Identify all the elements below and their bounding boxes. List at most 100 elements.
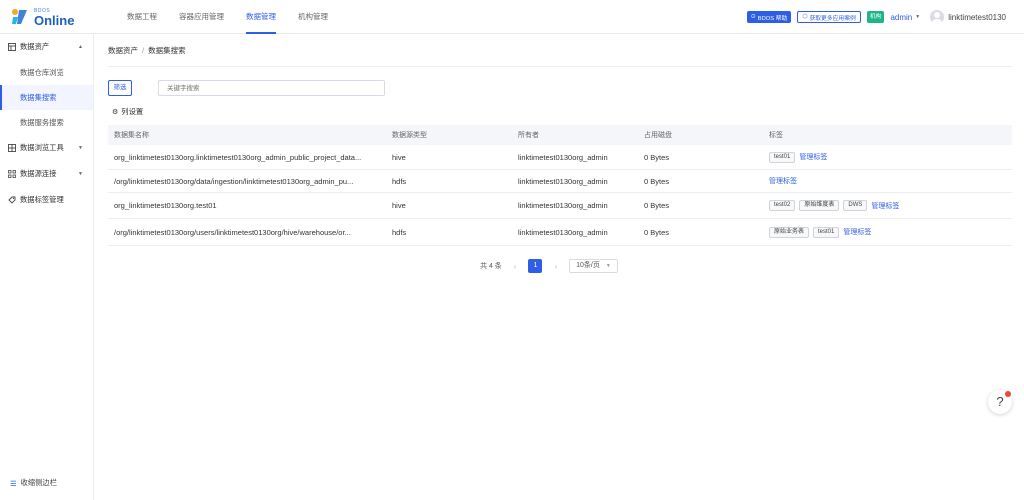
header-type: 数据源类型 — [392, 132, 427, 139]
dataset-type: hive — [392, 201, 406, 210]
collapse-sidebar-button[interactable]: ☰ 收缩侧边栏 — [10, 478, 57, 488]
cube-icon: ⬡ — [802, 14, 808, 20]
chevron-left-icon[interactable]: ‹ — [514, 262, 517, 271]
admin-label: admin — [890, 12, 913, 22]
tag-badge: 原始维度表 — [799, 200, 840, 211]
breadcrumb-current: 数据集搜索 — [148, 46, 186, 55]
header-size: 占用磁盘 — [644, 132, 672, 139]
manage-tags-link[interactable]: 管理标签 — [769, 176, 797, 186]
dataset-tags: 管理标签 — [763, 176, 1012, 186]
database-icon — [8, 43, 16, 51]
search-input[interactable] — [158, 80, 385, 96]
filter-button[interactable]: 筛选 — [108, 80, 132, 96]
user-menu[interactable]: linktimetest0130 — [930, 10, 1006, 24]
tag-badge: test02 — [769, 200, 796, 211]
connection-icon — [8, 170, 16, 178]
pagination-total: 共 4 条 — [480, 263, 502, 270]
column-settings-label: 列设置 — [121, 107, 144, 116]
avatar — [930, 10, 945, 24]
table-header: 数据集名称 数据源类型 所有者 占用磁盘 标签 — [108, 125, 1012, 145]
sidebar-group-browse-tools[interactable]: 数据浏览工具 ▼ — [0, 135, 93, 161]
table-row[interactable]: org_linktimetest0130org.test01 hive link… — [108, 193, 1012, 219]
caret-down-icon: ▼ — [915, 14, 921, 20]
sidebar-group-data-assets[interactable]: 数据资产 ▲ — [0, 34, 93, 60]
chevron-down-icon: ▼ — [78, 145, 83, 151]
chevron-up-icon: ▲ — [78, 44, 83, 50]
sidebar-group-datasource[interactable]: 数据源连接 ▼ — [0, 161, 93, 187]
sidebar-item-warehouse-browse[interactable]: 数据仓库浏览 — [0, 60, 93, 85]
dataset-table: 数据集名称 数据源类型 所有者 占用磁盘 标签 org_linktimetest… — [108, 125, 1012, 246]
dataset-owner: linktimetest0130org_admin — [518, 201, 608, 210]
nav-data-engineering[interactable]: 数据工程 — [116, 0, 168, 34]
table-row[interactable]: org_linktimetest0130org.linktimetest0130… — [108, 145, 1012, 170]
sidebar-group-label: 数据源连接 — [20, 169, 57, 178]
dataset-owner: linktimetest0130org_admin — [518, 152, 608, 162]
dataset-owner: linktimetest0130org_admin — [518, 176, 608, 186]
table-row[interactable]: /org/linktimetest0130org/users/linktimet… — [108, 219, 1012, 246]
bdos-logo-icon — [12, 9, 27, 24]
dataset-name[interactable]: org_linktimetest0130org.test01 — [108, 201, 386, 210]
dataset-tags: test01 管理标签 — [763, 151, 1012, 163]
tools-grid-icon — [8, 144, 16, 152]
sidebar-group-tag-management[interactable]: 数据标签管理 — [0, 187, 93, 213]
pagination: 共 4 条 ‹ 1 › 10条/页 ▼ — [480, 259, 618, 273]
sidebar-group-label: 数据浏览工具 — [20, 143, 64, 152]
logo[interactable]: BDOS Online — [10, 6, 80, 28]
manage-tags-link[interactable]: 管理标签 — [799, 152, 827, 162]
dataset-tags: test02 原始维度表 DWS 管理标签 — [763, 200, 1012, 211]
dataset-size: 0 Bytes — [644, 152, 670, 162]
more-cases-button[interactable]: ⬡ 获取更多应用案例 — [797, 11, 861, 23]
gear-icon: ⚙ — [112, 109, 119, 116]
dataset-size: 0 Bytes — [644, 176, 670, 186]
dataset-size: 0 Bytes — [644, 227, 670, 237]
sidebar-group-label: 数据资产 — [20, 42, 50, 51]
header-name: 数据集名称 — [114, 132, 149, 139]
dataset-tags: 原始业务表 test01 管理标签 — [763, 226, 1012, 238]
dataset-name[interactable]: /org/linktimetest0130org/data/ingestion/… — [108, 177, 386, 186]
nav-data-management[interactable]: 数据管理 — [235, 0, 287, 34]
floating-help-button[interactable]: ? — [988, 390, 1012, 414]
dataset-type: hive — [392, 152, 406, 162]
dataset-size: 0 Bytes — [644, 201, 670, 210]
column-settings-button[interactable]: ⚙ 列设置 — [112, 107, 143, 117]
collapse-list-icon: ☰ — [10, 478, 17, 488]
tag-badge: test01 — [769, 151, 796, 163]
more-cases-label: 获取更多应用案例 — [809, 15, 856, 22]
dataset-type: hdfs — [392, 176, 407, 186]
page-size-select[interactable]: 10条/页 ▼ — [569, 259, 618, 273]
table-row[interactable]: /org/linktimetest0130org/data/ingestion/… — [108, 170, 1012, 193]
nav-org-management[interactable]: 机构管理 — [287, 0, 339, 34]
page-number-current[interactable]: 1 — [528, 259, 543, 273]
tag-badge: test01 — [813, 226, 840, 238]
top-navbar: BDOS Online 数据工程 容器应用管理 数据管理 机构管理 ⊙ BDOS… — [0, 0, 1024, 34]
chevron-down-icon: ▼ — [605, 263, 611, 269]
bdos-help-button[interactable]: ⊙ BDOS 帮助 — [746, 11, 792, 23]
dataset-owner: linktimetest0130org_admin — [518, 227, 608, 237]
chevron-down-icon: ▼ — [78, 171, 83, 177]
dataset-name[interactable]: /org/linktimetest0130org/users/linktimet… — [108, 228, 386, 237]
collapse-label: 收缩侧边栏 — [20, 478, 58, 487]
top-right-actions: ⊙ BDOS 帮助 ⬡ 获取更多应用案例 机构 admin ▼ linktime… — [746, 0, 1006, 34]
username: linktimetest0130 — [948, 12, 1006, 22]
breadcrumb-item[interactable]: 数据资产 — [108, 46, 138, 55]
divider — [108, 66, 1012, 67]
notification-dot — [1005, 391, 1011, 397]
sidebar-item-service-search[interactable]: 数据服务搜索 — [0, 110, 93, 135]
manage-tags-link[interactable]: 管理标签 — [843, 227, 871, 237]
sidebar-group-label: 数据标签管理 — [20, 195, 64, 204]
sidebar: 数据资产 ▲ 数据仓库浏览 数据集搜索 数据服务搜索 数据浏览工具 ▼ 数据源连… — [0, 34, 94, 500]
dataset-type: hdfs — [392, 227, 407, 237]
page-size-value: 10条/页 — [576, 262, 600, 269]
question-mark-icon: ? — [996, 394, 1004, 409]
manage-tags-link[interactable]: 管理标签 — [871, 201, 899, 211]
dataset-name[interactable]: org_linktimetest0130org.linktimetest0130… — [108, 153, 386, 162]
help-button-label: BDOS 帮助 — [757, 15, 788, 22]
sidebar-item-dataset-search[interactable]: 数据集搜索 — [0, 85, 93, 110]
tag-badge: DWS — [843, 200, 868, 211]
help-circle-icon: ⊙ — [750, 14, 756, 20]
nav-container-apps[interactable]: 容器应用管理 — [168, 0, 235, 34]
chevron-right-icon[interactable]: › — [554, 262, 557, 271]
admin-dropdown[interactable]: admin ▼ — [890, 13, 920, 22]
main-content: 数据资产/数据集搜索 筛选 ⚙ 列设置 数据集名称 数据源类型 所有者 占用磁盘… — [94, 34, 1024, 500]
main-nav: 数据工程 容器应用管理 数据管理 机构管理 — [116, 0, 339, 34]
